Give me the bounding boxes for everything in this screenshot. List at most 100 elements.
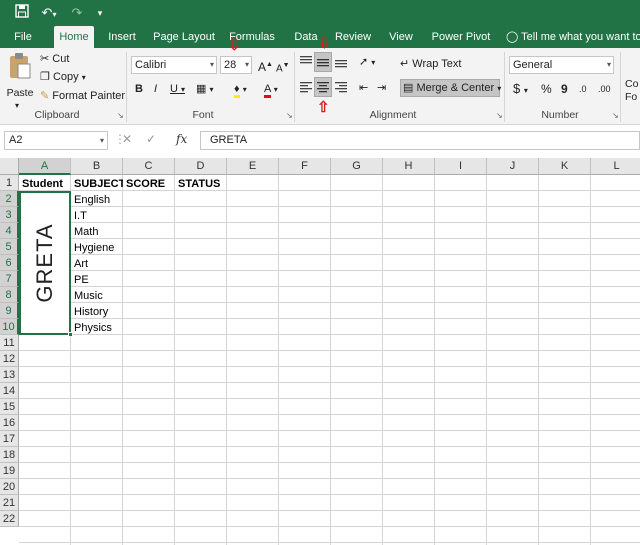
- tab-view[interactable]: View: [386, 26, 416, 48]
- row-header-3[interactable]: 3: [0, 207, 19, 223]
- row-header-18[interactable]: 18: [0, 447, 19, 463]
- cell-b1[interactable]: SUBJECT: [72, 176, 123, 192]
- top-align-icon[interactable]: [299, 54, 313, 72]
- row-header-9[interactable]: 9: [0, 303, 19, 319]
- merge-center-button[interactable]: ▤ Merge & Center ▾: [400, 79, 501, 97]
- column-header-c[interactable]: C: [123, 158, 175, 175]
- row-header-7[interactable]: 7: [0, 271, 19, 287]
- row-header-13[interactable]: 13: [0, 367, 19, 383]
- cut-button[interactable]: ✂ Cut: [40, 51, 69, 67]
- tab-home[interactable]: Home: [54, 26, 94, 48]
- column-header-i[interactable]: I: [435, 158, 487, 175]
- column-header-a[interactable]: A: [19, 158, 71, 175]
- insert-function-icon[interactable]: fx: [176, 132, 187, 146]
- cell-d1[interactable]: STATUS: [176, 176, 227, 192]
- format-painter-button[interactable]: ✎ Format Painter: [40, 88, 125, 104]
- formula-input[interactable]: GRETA: [200, 131, 640, 150]
- tab-page-layout[interactable]: Page Layout: [152, 26, 216, 48]
- name-box[interactable]: A2 ▾: [4, 131, 108, 150]
- font-color-icon[interactable]: A ▾: [264, 81, 278, 98]
- font-name-select[interactable]: Calibri ▾: [131, 56, 217, 74]
- shrink-font-button[interactable]: A▼: [276, 58, 290, 77]
- cell-b3[interactable]: I.T: [72, 208, 123, 224]
- cell-a1[interactable]: Student: [20, 176, 71, 192]
- row-header-2[interactable]: 2: [0, 191, 19, 207]
- align-center-icon[interactable]: [314, 77, 332, 97]
- cell-b2[interactable]: English: [72, 192, 123, 208]
- copy-button[interactable]: ❐ Copy ▾: [40, 69, 86, 86]
- cell-b5[interactable]: Hygiene: [72, 240, 123, 256]
- column-header-k[interactable]: K: [539, 158, 591, 175]
- decrease-decimal-icon[interactable]: .00: [598, 81, 611, 97]
- fill-handle[interactable]: [68, 332, 73, 337]
- cell-b4[interactable]: Math: [72, 224, 123, 240]
- bottom-align-icon[interactable]: [334, 54, 348, 72]
- underline-button[interactable]: U ▾: [170, 81, 185, 98]
- row-header-10[interactable]: 10: [0, 319, 19, 335]
- paste-button[interactable]: Paste: [6, 52, 34, 104]
- number-format-select[interactable]: General ▾: [509, 56, 614, 74]
- italic-button[interactable]: I: [154, 81, 157, 97]
- column-header-g[interactable]: G: [331, 158, 383, 175]
- currency-button[interactable]: $ ▾: [513, 81, 528, 99]
- select-all-corner[interactable]: [0, 158, 19, 175]
- enter-icon[interactable]: ✓: [146, 132, 156, 146]
- cell-b7[interactable]: PE: [72, 272, 123, 288]
- cell-c1[interactable]: SCORE: [124, 176, 175, 192]
- cell-b8[interactable]: Music: [72, 288, 123, 304]
- grow-font-button[interactable]: A▲: [258, 57, 273, 75]
- bold-button[interactable]: B: [135, 81, 143, 97]
- row-header-22[interactable]: 22: [0, 511, 19, 527]
- borders-icon[interactable]: ▦ ▾: [196, 81, 213, 98]
- cell-b6[interactable]: Art: [72, 256, 123, 272]
- align-left-icon[interactable]: [299, 80, 313, 99]
- cell-b10[interactable]: Physics: [72, 320, 123, 336]
- middle-align-icon[interactable]: [314, 52, 332, 72]
- cell-b9[interactable]: History: [72, 304, 123, 320]
- tab-data[interactable]: Data: [292, 26, 320, 48]
- cancel-icon[interactable]: ✕: [122, 132, 132, 146]
- column-header-b[interactable]: B: [71, 158, 123, 175]
- font-launcher-icon[interactable]: ↘: [286, 111, 293, 120]
- row-header-20[interactable]: 20: [0, 479, 19, 495]
- column-header-h[interactable]: H: [383, 158, 435, 175]
- undo-icon[interactable]: ↶▾: [38, 4, 60, 22]
- paste-dropdown-icon[interactable]: ▾: [15, 98, 19, 114]
- row-header-16[interactable]: 16: [0, 415, 19, 431]
- increase-indent-icon[interactable]: ⇥: [377, 80, 386, 96]
- row-header-4[interactable]: 4: [0, 223, 19, 239]
- decrease-indent-icon[interactable]: ⇤: [359, 80, 368, 96]
- align-right-icon[interactable]: [334, 80, 348, 99]
- row-header-8[interactable]: 8: [0, 287, 19, 303]
- clipboard-launcher-icon[interactable]: ↘: [117, 111, 124, 120]
- row-header-6[interactable]: 6: [0, 255, 19, 271]
- fill-color-icon[interactable]: ♦ ▾: [234, 81, 247, 98]
- row-header-12[interactable]: 12: [0, 351, 19, 367]
- column-header-e[interactable]: E: [227, 158, 279, 175]
- row-header-17[interactable]: 17: [0, 431, 19, 447]
- tab-power-pivot[interactable]: Power Pivot: [430, 26, 492, 48]
- column-header-d[interactable]: D: [175, 158, 227, 175]
- row-header-15[interactable]: 15: [0, 399, 19, 415]
- tab-insert[interactable]: Insert: [104, 26, 140, 48]
- row-header-5[interactable]: 5: [0, 239, 19, 255]
- merged-cell-a2-a10[interactable]: GRETA: [19, 191, 71, 335]
- comma-button[interactable]: 9: [561, 81, 568, 97]
- row-header-14[interactable]: 14: [0, 383, 19, 399]
- row-header-11[interactable]: 11: [0, 335, 19, 351]
- tab-file[interactable]: File: [10, 26, 36, 48]
- alignment-launcher-icon[interactable]: ↘: [496, 111, 503, 120]
- column-header-l[interactable]: L: [591, 158, 640, 175]
- save-icon[interactable]: [12, 4, 32, 22]
- customize-icon[interactable]: ▾: [94, 4, 106, 22]
- row-header-19[interactable]: 19: [0, 463, 19, 479]
- tell-me-box[interactable]: ◯ Tell me what you want to d: [506, 26, 640, 48]
- increase-decimal-icon[interactable]: .0: [579, 81, 587, 97]
- orientation-icon[interactable]: ➚ ▾: [359, 54, 375, 71]
- row-header-1[interactable]: 1: [0, 175, 19, 191]
- wrap-text-button[interactable]: ↵ Wrap Text: [400, 56, 461, 72]
- number-launcher-icon[interactable]: ↘: [612, 111, 619, 120]
- percent-button[interactable]: %: [541, 81, 552, 97]
- row-header-21[interactable]: 21: [0, 495, 19, 511]
- column-header-j[interactable]: J: [487, 158, 539, 175]
